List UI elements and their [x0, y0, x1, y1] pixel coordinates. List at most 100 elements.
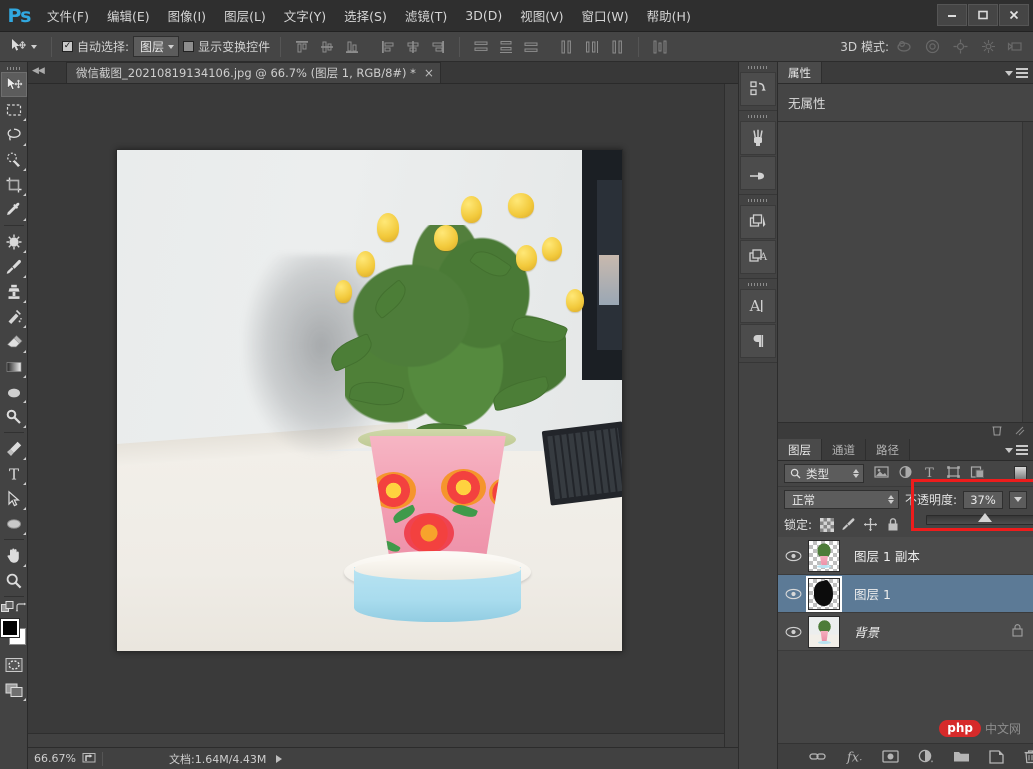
- canvas-image[interactable]: [116, 149, 623, 652]
- maximize-button[interactable]: [968, 4, 998, 26]
- layers-panel-menu-button[interactable]: [1005, 443, 1028, 457]
- tool-lasso[interactable]: [1, 122, 27, 147]
- rail-grip-comps[interactable]: [739, 197, 777, 204]
- show-transform-checkbox[interactable]: [183, 41, 195, 52]
- tool-hand[interactable]: [1, 543, 27, 568]
- distribute-horizontal-centers-icon[interactable]: [581, 36, 603, 58]
- filter-type-layers-icon[interactable]: T: [922, 465, 937, 482]
- tool-brush[interactable]: [1, 254, 27, 279]
- filter-enable-toggle[interactable]: [1014, 465, 1027, 482]
- lock-position-icon[interactable]: [863, 517, 878, 532]
- brush-presets-icon[interactable]: [740, 121, 776, 155]
- align-bottom-edges-icon[interactable]: [341, 36, 363, 58]
- filter-pixel-layers-icon[interactable]: [874, 465, 889, 482]
- distribute-right-edges-icon[interactable]: [606, 36, 628, 58]
- filter-adjustment-layers-icon[interactable]: [898, 465, 913, 482]
- layer-visibility-toggle[interactable]: [778, 588, 808, 600]
- tool-path-selection[interactable]: [1, 486, 27, 511]
- status-expand-arrow-icon[interactable]: [276, 754, 283, 763]
- layer-name[interactable]: 背景: [840, 622, 879, 641]
- opacity-input[interactable]: 37%: [963, 490, 1003, 509]
- filter-shape-layers-icon[interactable]: [946, 465, 961, 482]
- quick-mask-mode-button[interactable]: [1, 652, 27, 677]
- auto-select-checkbox[interactable]: ✓: [62, 41, 73, 52]
- tool-eyedropper[interactable]: [1, 197, 27, 222]
- canvas-horizontal-scrollbar[interactable]: [28, 733, 724, 747]
- menu-3d[interactable]: 3D(D): [456, 4, 511, 27]
- properties-resize-grip-icon[interactable]: [1013, 424, 1025, 439]
- tool-move[interactable]: [0, 72, 27, 97]
- menu-type[interactable]: 文字(Y): [275, 2, 335, 29]
- close-button[interactable]: [999, 4, 1029, 26]
- screen-mode-button[interactable]: [1, 677, 27, 702]
- align-horizontal-centers-icon[interactable]: [402, 36, 424, 58]
- tool-pen[interactable]: [1, 436, 27, 461]
- layer-visibility-toggle[interactable]: [778, 626, 808, 638]
- tool-ellipse[interactable]: [1, 511, 27, 536]
- distribute-bottom-edges-icon[interactable]: [520, 36, 542, 58]
- tab-layers[interactable]: 图层: [778, 439, 822, 460]
- align-top-edges-icon[interactable]: [291, 36, 313, 58]
- tab-channels[interactable]: 通道: [822, 439, 866, 460]
- canvas-viewport[interactable]: [28, 84, 738, 747]
- paragraph-icon[interactable]: [740, 324, 776, 358]
- tool-zoom[interactable]: [1, 568, 27, 593]
- layer-style-fx-icon[interactable]: fx: [845, 748, 863, 766]
- tool-quick-selection[interactable]: [1, 147, 27, 172]
- tab-properties[interactable]: 属性: [778, 62, 822, 83]
- align-vertical-centers-icon[interactable]: [316, 36, 338, 58]
- distribute-top-edges-icon[interactable]: [470, 36, 492, 58]
- link-layers-icon[interactable]: [809, 748, 826, 766]
- new-layer-icon[interactable]: [989, 748, 1004, 766]
- distribute-vertical-centers-icon[interactable]: [495, 36, 517, 58]
- menu-file[interactable]: 文件(F): [38, 2, 98, 29]
- menu-view[interactable]: 视图(V): [511, 2, 572, 29]
- opacity-slider-thumb[interactable]: [978, 513, 992, 522]
- layer-name[interactable]: 图层 1 副本: [840, 546, 920, 565]
- rail-grip-brush[interactable]: [739, 113, 777, 120]
- filter-smart-objects-icon[interactable]: [970, 465, 985, 482]
- table-row[interactable]: 图层 1: [778, 575, 1033, 613]
- roll-3d-icon[interactable]: [921, 36, 943, 58]
- delete-layer-icon[interactable]: [1023, 748, 1033, 766]
- rotate-3d-icon[interactable]: [893, 36, 915, 58]
- lock-all-icon[interactable]: [885, 517, 900, 532]
- opacity-dropdown-arrow-icon[interactable]: [1009, 490, 1027, 509]
- character-icon[interactable]: A: [740, 289, 776, 323]
- table-row[interactable]: 图层 1 副本: [778, 537, 1033, 575]
- layer-filter-kind-dropdown[interactable]: 类型: [784, 464, 864, 483]
- document-tab[interactable]: 微信截图_20210819134106.jpg @ 66.7% (图层 1, R…: [66, 62, 441, 83]
- quick-mask-edit-icon[interactable]: [0, 601, 15, 617]
- add-layer-mask-icon[interactable]: [882, 748, 899, 766]
- layer-filter-spinner-icon[interactable]: [853, 469, 859, 478]
- brush-panel-icon[interactable]: [740, 156, 776, 190]
- canvas-vertical-scrollbar[interactable]: [724, 84, 738, 747]
- foreground-color-swatch[interactable]: [1, 619, 19, 637]
- tool-spot-healing-brush[interactable]: [1, 229, 27, 254]
- tool-preset-chevron-icon[interactable]: [31, 44, 37, 49]
- zoom-level-field[interactable]: 66.67%: [34, 752, 82, 765]
- distribute-left-edges-icon[interactable]: [556, 36, 578, 58]
- menu-window[interactable]: 窗口(W): [573, 2, 638, 29]
- tool-gradient[interactable]: [1, 354, 27, 379]
- slide-3d-icon[interactable]: [977, 36, 999, 58]
- properties-panel-menu-button[interactable]: [1005, 66, 1028, 80]
- tool-type[interactable]: T: [1, 461, 27, 486]
- toolbar-grip[interactable]: [1, 64, 27, 72]
- rail-grip-history[interactable]: [739, 64, 777, 71]
- swap-colors-icon[interactable]: [15, 602, 27, 617]
- new-adjustment-layer-icon[interactable]: [918, 748, 934, 766]
- properties-scrollbar[interactable]: [1022, 122, 1033, 422]
- menu-edit[interactable]: 编辑(E): [98, 2, 159, 29]
- layer-thumbnail[interactable]: [808, 539, 840, 572]
- history-icon[interactable]: [740, 72, 776, 106]
- lock-transparent-pixels-icon[interactable]: [819, 517, 834, 532]
- layer-thumbnail[interactable]: [806, 575, 842, 612]
- tool-blur[interactable]: [1, 379, 27, 404]
- menu-image[interactable]: 图像(I): [159, 2, 215, 29]
- adjustments-icon[interactable]: A: [740, 240, 776, 274]
- tool-history-brush[interactable]: [1, 304, 27, 329]
- minimize-button[interactable]: [937, 4, 967, 26]
- pan-3d-icon[interactable]: [949, 36, 971, 58]
- tab-paths[interactable]: 路径: [866, 439, 910, 460]
